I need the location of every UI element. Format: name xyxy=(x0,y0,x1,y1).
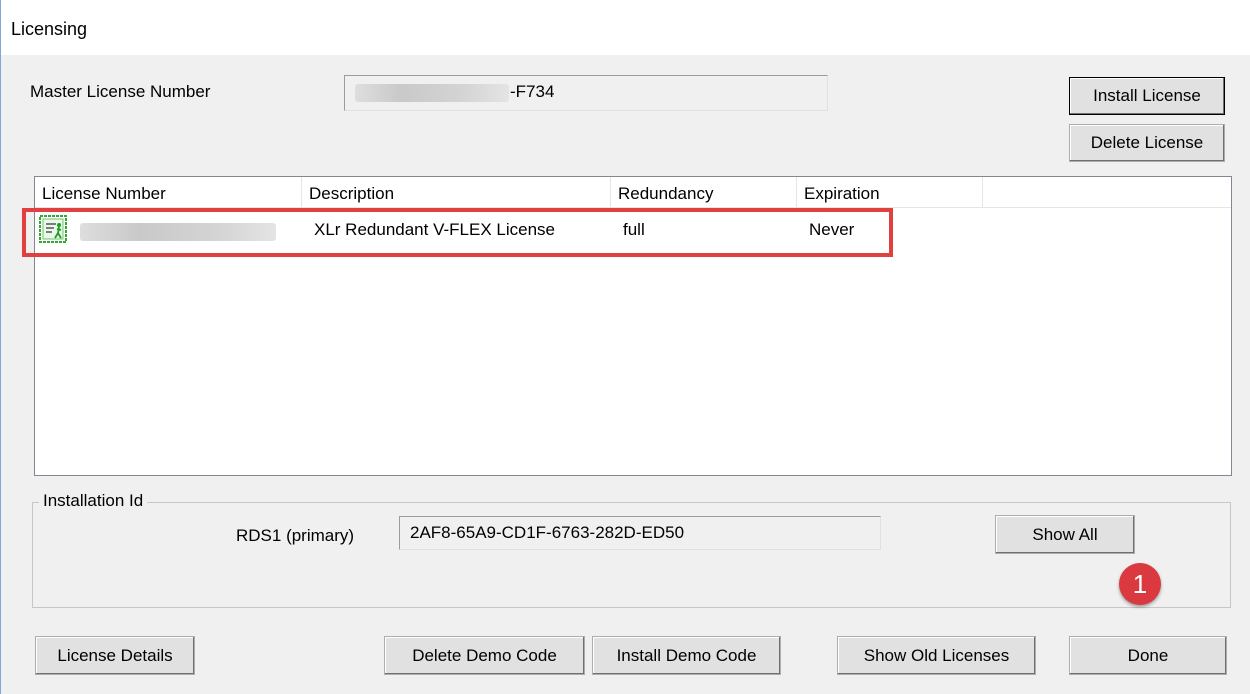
install-license-button[interactable]: Install License xyxy=(1069,77,1225,115)
license-details-button[interactable]: License Details xyxy=(35,636,195,675)
show-old-licenses-button[interactable]: Show Old Licenses xyxy=(837,636,1036,675)
column-header-redundancy[interactable]: Redundancy xyxy=(611,177,797,207)
installation-id-label: RDS1 (primary) xyxy=(236,526,355,545)
installation-id-value: 2AF8-65A9-CD1F-6763-282D-ED50 xyxy=(410,523,685,542)
done-button[interactable]: Done xyxy=(1069,636,1227,675)
title-bar: Licensing xyxy=(1,0,1250,55)
column-header-description[interactable]: Description xyxy=(302,177,611,207)
window-title: Licensing xyxy=(11,19,88,39)
install-demo-code-button[interactable]: Install Demo Code xyxy=(592,636,781,675)
column-header-license-number[interactable]: License Number xyxy=(35,177,302,207)
redacted-license-prefix xyxy=(355,84,509,102)
column-header-empty xyxy=(983,177,1231,207)
delete-demo-code-button[interactable]: Delete Demo Code xyxy=(384,636,585,675)
installation-id-field[interactable]: 2AF8-65A9-CD1F-6763-282D-ED50 xyxy=(399,516,881,550)
delete-license-button[interactable]: Delete License xyxy=(1069,124,1225,162)
show-all-button[interactable]: Show All xyxy=(995,515,1135,554)
licensing-window: Licensing Master License Number -F734 In… xyxy=(0,0,1250,694)
highlight-box xyxy=(22,208,893,257)
column-header-expiration[interactable]: Expiration xyxy=(797,177,983,207)
master-license-label: Master License Number xyxy=(30,82,211,101)
master-license-value: -F734 xyxy=(510,82,555,101)
installation-id-group-title: Installation Id xyxy=(39,491,148,511)
list-header: License Number Description Redundancy Ex… xyxy=(35,177,1231,208)
step-number-badge: 1 xyxy=(1119,563,1161,605)
master-license-field[interactable]: -F734 xyxy=(344,75,828,111)
